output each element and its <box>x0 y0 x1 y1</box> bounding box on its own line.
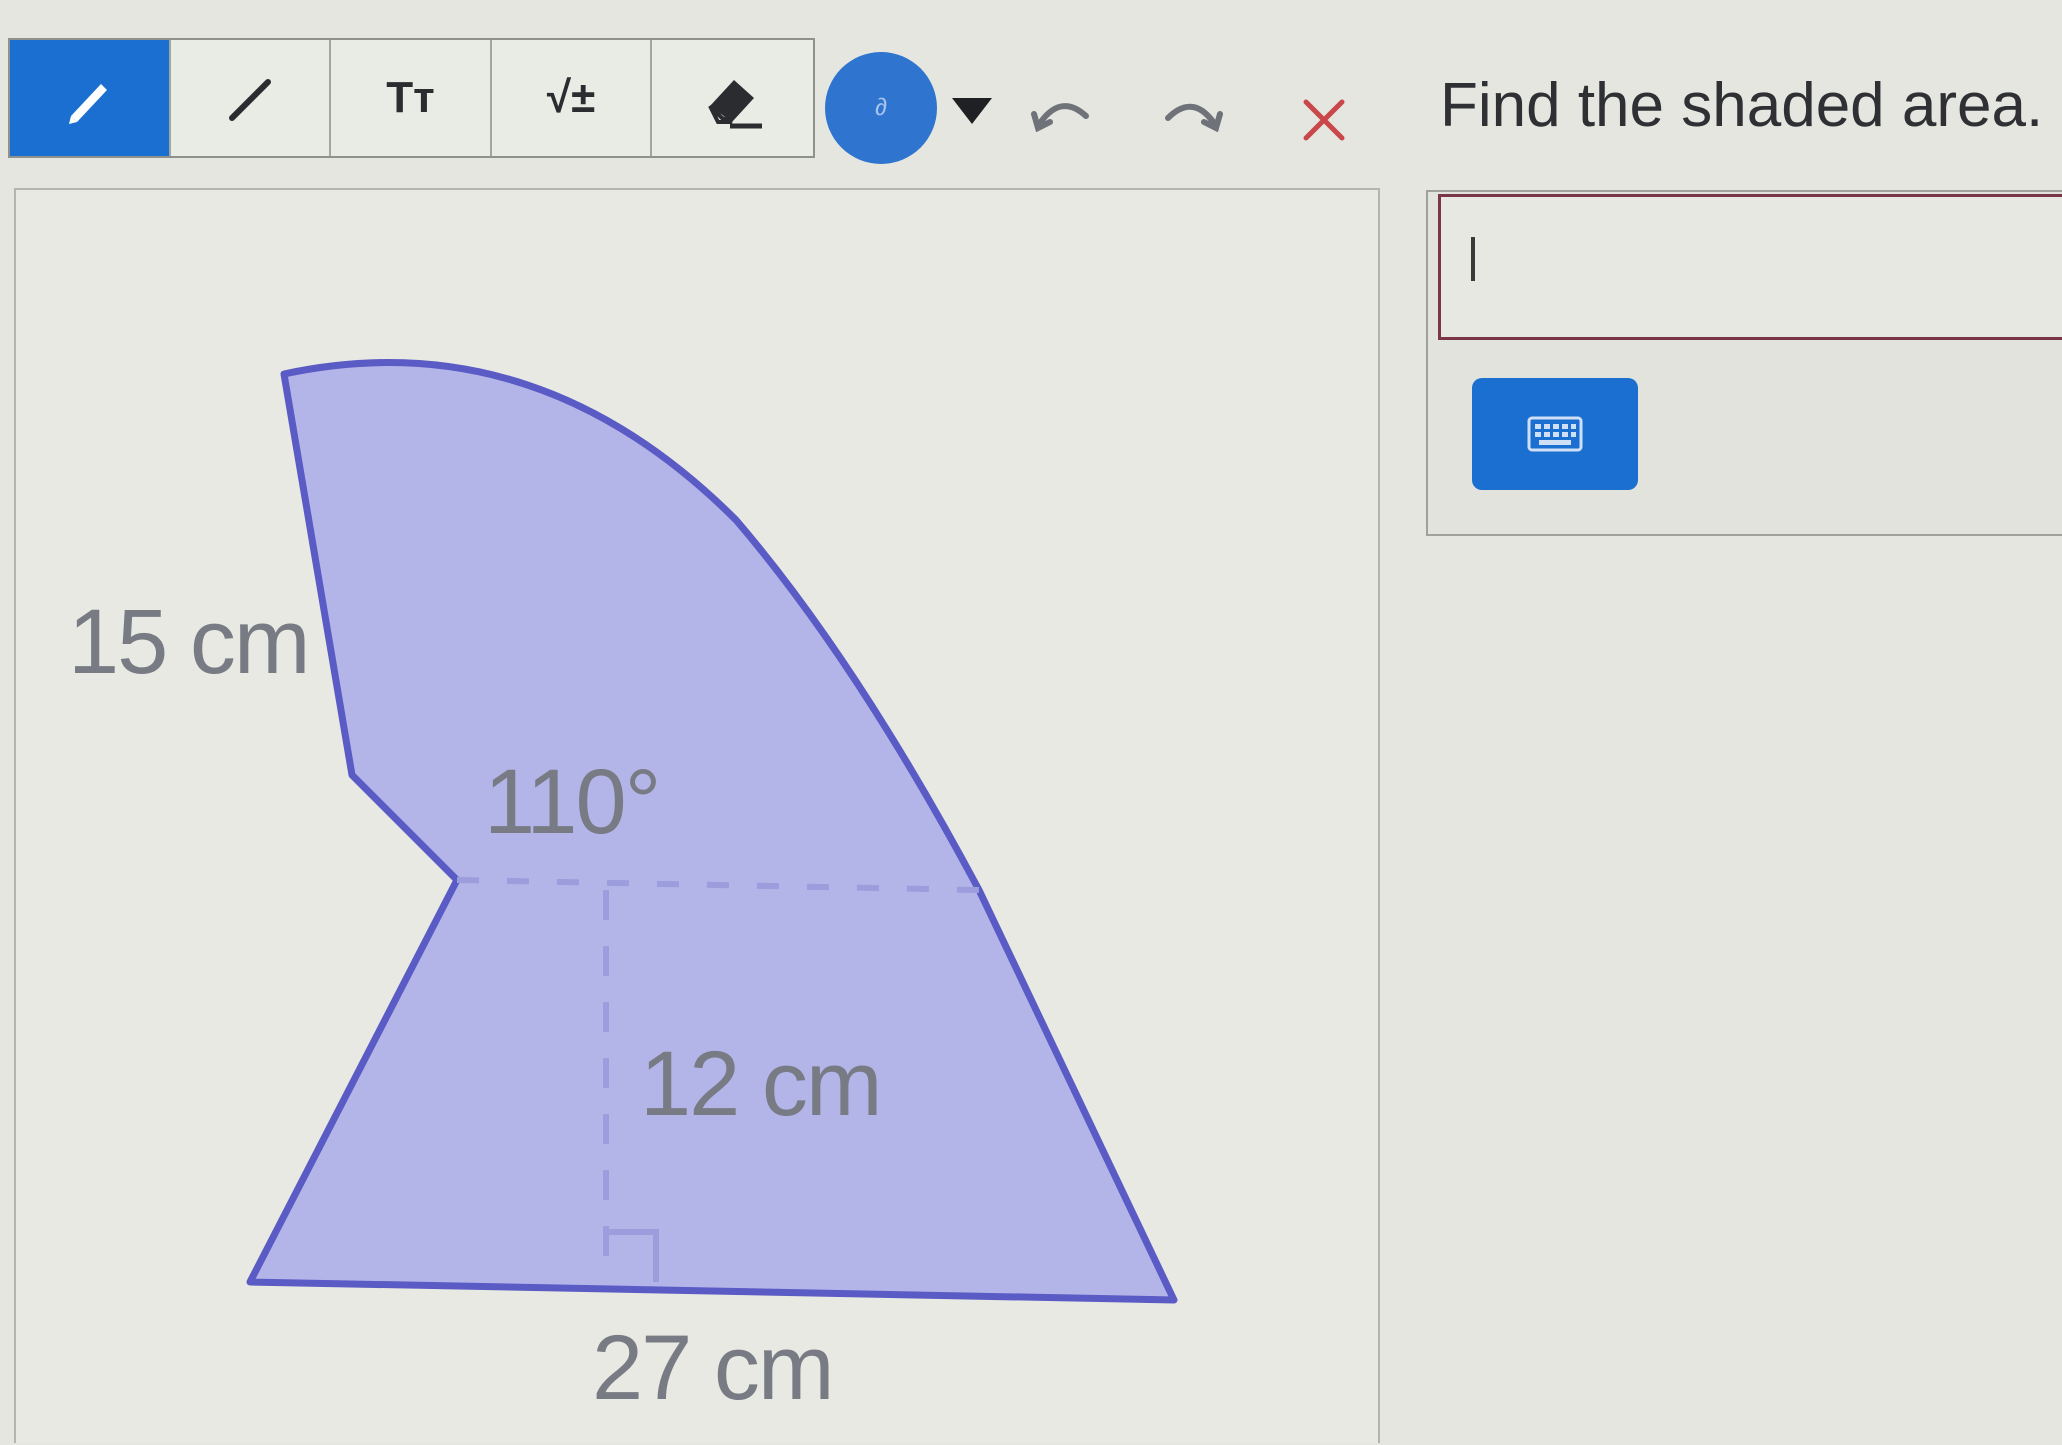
color-picker-button[interactable]: ∂ <box>825 52 937 164</box>
answer-input[interactable] <box>1438 194 2062 340</box>
text-cursor <box>1471 237 1475 281</box>
keyboard-icon <box>1527 416 1583 452</box>
drawing-toolbar: Tт √± <box>8 38 815 158</box>
text-tool-glyph: Tт <box>386 73 435 122</box>
pencil-tool-button[interactable] <box>10 40 171 156</box>
undo-icon[interactable] <box>1030 92 1094 132</box>
equation-tool-button[interactable]: √± <box>492 40 653 156</box>
drawing-canvas[interactable]: 15 cm 110° 12 cm 27 cm <box>14 188 1380 1443</box>
shaded-region <box>246 359 1178 1304</box>
equation-tool-glyph: √± <box>546 73 596 122</box>
redo-icon[interactable] <box>1160 92 1224 132</box>
text-tool-button[interactable]: Tт <box>331 40 492 156</box>
color-swatch-glyph: ∂ <box>875 94 887 121</box>
line-tool-button[interactable] <box>171 40 332 156</box>
height-label: 12 cm <box>640 1033 883 1135</box>
base-label: 27 cm <box>592 1317 835 1419</box>
question-prompt: Find the shaded area. <box>1440 71 2044 140</box>
eraser-tool-button[interactable] <box>652 40 813 156</box>
shaded-figure <box>246 359 1178 1304</box>
eraser-icon <box>707 80 762 129</box>
close-icon[interactable] <box>1300 96 1348 144</box>
math-keyboard-button[interactable] <box>1472 378 1638 490</box>
line-icon <box>228 79 271 121</box>
pencil-icon <box>69 84 108 124</box>
chevron-down-icon[interactable] <box>950 96 994 126</box>
side-length-label: 15 cm <box>68 591 311 693</box>
angle-label: 110° <box>484 751 661 853</box>
